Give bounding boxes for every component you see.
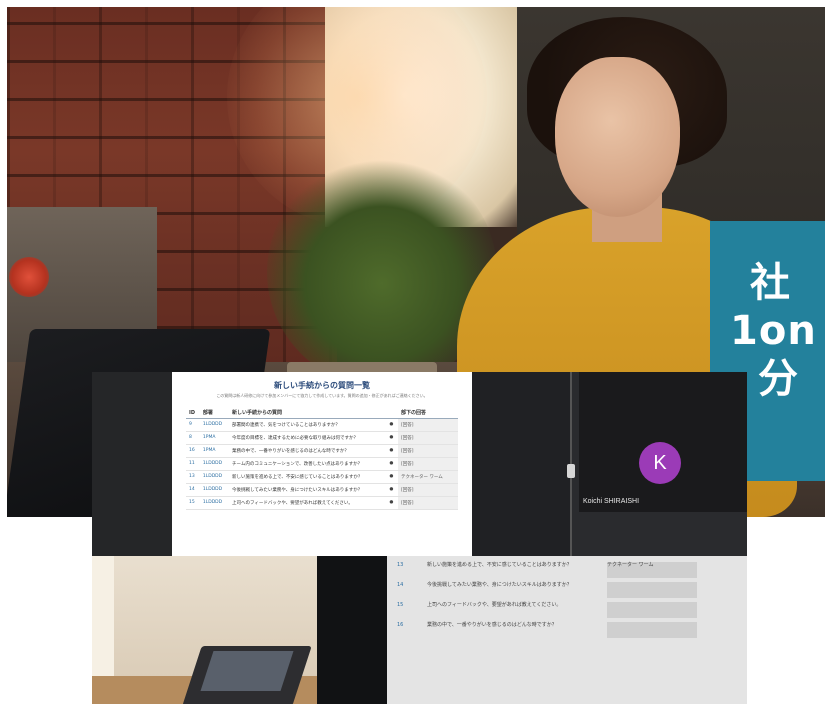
row-question: 上司へのフィードバックや、要望があれば教えてください。 <box>229 496 387 510</box>
row-question: 部署間の連携で、気をつけていることはありますか？ <box>229 418 387 432</box>
monitor-row: 14 今後挑戦してみたい業務や、身につけたいスキルはありますか？ <box>397 582 737 598</box>
call-middle-panel <box>472 372 572 556</box>
row-question: チーム内のコミュニケーションで、改善したい点はありますか？ <box>229 457 387 471</box>
row-id: 11 <box>186 457 200 471</box>
table-row: 11 1LDDDD チーム内のコミュニケーションで、改善したい点はありますか？ … <box>186 457 458 471</box>
row-question: 新しい施策を進める上で、不安に感じていることはありますか？ <box>229 470 387 484</box>
row-question: 今年度の目標を、達成するために必要な取り組みは何ですか？ <box>229 431 387 445</box>
shared-document: 新しい手続からの質問一覧 この質問は新人研修に向けて参加メンバーにて協力して作成… <box>172 372 472 556</box>
row-mark: ● <box>386 496 398 510</box>
table-row: 13 1LDDDD 新しい施策を進める上で、不安に感じていることはありますか？ … <box>186 470 458 484</box>
monitor-row: 16 業務の中で、一番やりがいを感じるのはどんな時ですか？ <box>397 622 737 638</box>
table-header-row: ID 部署 新しい手続からの質問 部下の回答 <box>186 407 458 419</box>
title-line-1: 社 <box>750 260 791 306</box>
row-id: 8 <box>186 431 200 445</box>
monitor-row: 13 新しい施策を進める上で、不安に感じていることはありますか？ テクネーター … <box>397 562 737 578</box>
row-answer: [回答] <box>398 483 458 497</box>
row-dept: 1LDDDD <box>199 496 230 510</box>
office-desk-photo: 13 新しい施策を進める上で、不安に感じていることはありますか？ テクネーター … <box>92 556 747 704</box>
monitor-screen: 13 新しい施策を進める上で、不安に感じていることはありますか？ テクネーター … <box>387 556 747 704</box>
row-id: 13 <box>186 470 200 484</box>
row-dept: 1LDDDD <box>199 470 230 484</box>
row-answer: テクネーター ワーム <box>398 470 458 484</box>
row-answer: [回答] <box>398 457 458 471</box>
table-row: 8 1PMA 今年度の目標を、達成するために必要な取り組みは何ですか？ ● [回… <box>186 431 458 445</box>
row-id: 15 <box>186 496 200 510</box>
question-table: ID 部署 新しい手続からの質問 部下の回答 9 1LDDDD 部署間の連携で、… <box>186 407 458 510</box>
document-subtitle: この質問は新人研修に向けて参加メンバーにて協力して作成しています。質問の追加・修… <box>216 393 428 398</box>
row-question: 業務の中で、一番やりがいを感じるのはどんな時ですか？ <box>229 444 387 458</box>
column-header-question: 新しい手続からの質問 <box>229 407 387 419</box>
row-dept: 1PMA <box>199 444 230 458</box>
row-id: 9 <box>186 418 200 432</box>
column-header-id: ID <box>186 407 200 419</box>
row-mark: ● <box>386 431 398 445</box>
row-id: 14 <box>186 483 200 497</box>
monitor-row-text: 新しい施策を進める上で、不安に感じていることはありますか？ <box>427 562 572 568</box>
table-row: 14 1LDDDD 今後挑戦してみたい業務や、身につけたいスキルはありますか？ … <box>186 483 458 497</box>
red-flower <box>9 257 49 297</box>
call-left-panel <box>92 372 172 556</box>
column-header-dept: 部署 <box>199 407 230 419</box>
monitor-row-text: 業務の中で、一番やりがいを感じるのはどんな時ですか？ <box>427 622 557 628</box>
video-call-screenshot: 新しい手続からの質問一覧 この質問は新人研修に向けて参加メンバーにて協力して作成… <box>92 372 747 556</box>
monitor-row-id: 16 <box>397 622 404 628</box>
column-header-mark <box>386 407 398 419</box>
monitor-row-answer <box>607 582 697 598</box>
monitor-row-answer <box>607 602 697 618</box>
row-question: 今後挑戦してみたい業務や、身につけたいスキルはありますか？ <box>229 483 387 497</box>
resize-handle[interactable] <box>567 464 575 478</box>
title-line-3: 分 <box>758 356 799 402</box>
table-row: 16 1PMA 業務の中で、一番やりがいを感じるのはどんな時ですか？ ● [回答… <box>186 444 458 458</box>
title-line-2: 1on <box>730 308 817 354</box>
column-header-answer: 部下の回答 <box>398 407 458 419</box>
monitor-row-id: 15 <box>397 602 404 608</box>
table-row: 9 1LDDDD 部署間の連携で、気をつけていることはありますか？ ● [回答] <box>186 418 458 432</box>
row-mark: ● <box>386 483 398 497</box>
row-dept: 1LDDDD <box>199 457 230 471</box>
row-answer: [回答] <box>398 444 458 458</box>
monitor-row-answer <box>607 622 697 638</box>
monitor-row-id: 14 <box>397 582 404 588</box>
monitor-row-answer: テクネーター ワーム <box>607 562 697 578</box>
row-dept: 1PMA <box>199 431 230 445</box>
participant-name: Koichi SHIRAISHI <box>583 498 640 505</box>
row-mark: ● <box>386 470 398 484</box>
monitor-row-text: 上司へのフィードバックや、要望があれば教えてください。 <box>427 602 562 608</box>
document-title: 新しい手続からの質問一覧 <box>274 381 370 390</box>
row-answer: [回答] <box>398 418 458 432</box>
row-dept: 1LDDDD <box>199 483 230 497</box>
row-answer: [回答] <box>398 431 458 445</box>
row-answer: [回答] <box>398 496 458 510</box>
participant-tile: K Koichi SHIRAISHI <box>579 372 747 512</box>
row-mark: ● <box>386 457 398 471</box>
monitor-row: 15 上司へのフィードバックや、要望があれば教えてください。 <box>397 602 737 618</box>
row-mark: ● <box>386 444 398 458</box>
monitor-row-text: 今後挑戦してみたい業務や、身につけたいスキルはありますか？ <box>427 582 572 588</box>
row-mark: ● <box>386 418 398 432</box>
row-dept: 1LDDDD <box>199 418 230 432</box>
row-id: 16 <box>186 444 200 458</box>
woman-face <box>555 57 680 217</box>
table-row: 15 1LDDDD 上司へのフィードバックや、要望があれば教えてください。 ● … <box>186 496 458 510</box>
monitor-row-id: 13 <box>397 562 404 568</box>
participant-avatar: K <box>639 442 681 484</box>
laptop-screen <box>200 651 294 691</box>
